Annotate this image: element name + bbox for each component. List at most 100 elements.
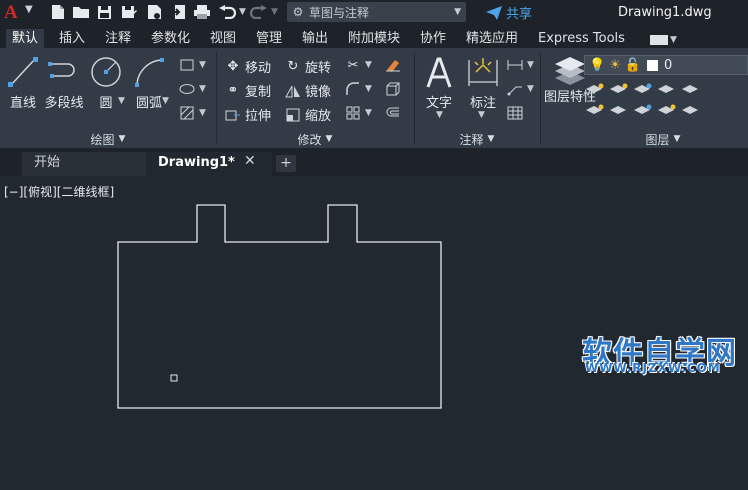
scale-tool[interactable]: 缩放 — [284, 105, 331, 124]
rectangle-tool[interactable]: ▼ — [178, 57, 206, 73]
chevron-down-icon: ▼ — [365, 108, 372, 118]
tab-start[interactable]: 开始 — [22, 152, 148, 176]
publish-web-icon[interactable] — [146, 3, 162, 21]
watermark-url: WWW.RJZXW.COM — [585, 361, 721, 375]
linear-dim-tool[interactable]: ▼ — [506, 57, 534, 73]
tab-output[interactable]: 输出 — [296, 29, 334, 48]
scale-icon — [284, 107, 302, 123]
chevron-down-icon: ▼ — [454, 7, 461, 17]
tab-annotate[interactable]: 注释 — [99, 29, 137, 48]
tab-addins[interactable]: 附加模块 — [342, 29, 406, 48]
annotation-panel-title[interactable]: 注释 ▼ — [414, 130, 540, 148]
tab-home[interactable]: 默认 — [6, 29, 45, 48]
current-layer-name: 0 — [664, 57, 673, 73]
app-menu-button[interactable]: A — [4, 2, 18, 24]
dimension-dropdown-icon[interactable]: ▼ — [478, 110, 485, 120]
mirror-tool[interactable]: 镜像 — [284, 81, 331, 100]
chevron-down-icon[interactable]: ▼ — [25, 4, 33, 15]
table-tool[interactable] — [506, 105, 527, 121]
save-icon[interactable] — [96, 3, 112, 21]
workspace-switcher[interactable]: ⚙ 草图与注释 ▼ — [287, 2, 466, 22]
chevron-down-icon: ▼ — [673, 134, 681, 144]
array-3d-tool[interactable] — [384, 81, 405, 97]
text-dropdown-icon[interactable]: ▼ — [436, 110, 443, 120]
text-tool[interactable]: 文字 — [422, 54, 456, 111]
line-icon — [8, 57, 38, 87]
chevron-down-icon: ▼ — [199, 84, 206, 94]
stretch-icon — [224, 107, 242, 123]
redo-icon[interactable] — [250, 3, 268, 21]
chevron-down-icon: ▼ — [118, 134, 126, 144]
ucs-marker — [170, 374, 178, 382]
polyline-icon — [48, 62, 75, 78]
dimension-tool[interactable]: 标注 — [466, 54, 500, 111]
line-tool[interactable]: 直线 — [6, 54, 40, 111]
text-label: 文字 — [425, 96, 452, 111]
circle-label: 圆 — [99, 96, 113, 111]
tab-featured-apps[interactable]: 精选应用 — [460, 29, 524, 48]
hatch-tool[interactable]: ▼ — [178, 105, 206, 121]
arc-dropdown-icon[interactable]: ▼ — [162, 96, 169, 106]
chevron-down-icon: ▼ — [527, 60, 534, 70]
layer-tools-grid — [586, 83, 698, 114]
chevron-down-icon[interactable]: ▼ — [670, 35, 677, 45]
ribbon-minimize-button[interactable] — [650, 35, 668, 45]
undo-icon[interactable] — [218, 3, 236, 21]
fillet-tool[interactable]: ▼ — [344, 81, 372, 97]
panel-divider — [540, 52, 541, 144]
chevron-down-icon: ▼ — [487, 134, 495, 144]
mirror-label: 镜像 — [305, 85, 332, 100]
tab-manage[interactable]: 管理 — [250, 29, 288, 48]
circle-dropdown-icon[interactable]: ▼ — [118, 96, 125, 106]
new-file-icon[interactable] — [50, 3, 66, 21]
arc-tool[interactable]: 圆弧 — [132, 54, 166, 111]
new-tab-button[interactable]: + — [276, 155, 296, 172]
tab-collaborate[interactable]: 协作 — [414, 29, 452, 48]
chevron-down-icon: ▼ — [199, 60, 206, 70]
modify-panel-title[interactable]: 修改 ▼ — [216, 130, 414, 148]
tab-parametric[interactable]: 参数化 — [145, 29, 196, 48]
save-as-icon[interactable] — [120, 3, 138, 21]
copy-tool[interactable]: ⚭ 复制 — [224, 81, 271, 100]
modify-panel-label: 修改 — [297, 132, 322, 147]
draw-panel-label: 绘图 — [90, 132, 115, 147]
arc-icon — [135, 58, 164, 87]
tab-insert[interactable]: 插入 — [53, 29, 91, 48]
dimension-label: 标注 — [469, 96, 496, 111]
title-bar: A ▼ ▼ ▼ ⚙ 草图与注释 ▼ 共享 Drawing1.dwg — [0, 0, 748, 26]
tab-express-tools[interactable]: Express Tools — [532, 29, 631, 48]
layers-panel-title[interactable]: 图层 ▼ — [578, 130, 748, 148]
import-icon[interactable] — [170, 3, 186, 21]
erase-tool[interactable] — [384, 57, 405, 73]
scale-label: 缩放 — [305, 109, 332, 124]
stretch-tool[interactable]: 拉伸 — [224, 105, 271, 124]
ribbon-tab-bar: 默认 插入 注释 参数化 视图 管理 输出 附加模块 协作 精选应用 Expre… — [0, 26, 748, 48]
offset-tool[interactable] — [384, 105, 405, 121]
circle-icon — [91, 57, 121, 87]
trim-tool[interactable]: ✂ ▼ — [344, 57, 372, 73]
chevron-down-icon: ▼ — [199, 108, 206, 118]
viewport-controls[interactable]: [−][俯视][二维线框] — [4, 183, 114, 200]
move-tool[interactable]: ✥ 移动 — [224, 57, 271, 76]
cube-icon — [384, 81, 402, 97]
leader-tool[interactable]: ▼ — [506, 81, 534, 97]
drawing-outline[interactable] — [117, 204, 442, 409]
array-tool[interactable]: ▼ — [344, 105, 372, 121]
gear-icon: ⚙ — [292, 5, 304, 19]
hatch-icon — [178, 105, 196, 121]
close-icon[interactable]: ✕ — [244, 153, 256, 169]
print-icon[interactable] — [193, 3, 211, 21]
draw-panel-title[interactable]: 绘图 ▼ — [0, 130, 216, 148]
rotate-tool[interactable]: ↻ 旋转 — [284, 57, 331, 76]
redo-dropdown-icon[interactable]: ▼ — [271, 7, 278, 17]
chevron-down-icon: ▼ — [325, 134, 333, 144]
open-folder-icon[interactable] — [72, 3, 90, 21]
tab-view[interactable]: 视图 — [204, 29, 242, 48]
layer-dropdown[interactable]: 💡 ☀ 🔓 0 — [584, 55, 748, 75]
fillet-icon — [344, 81, 362, 97]
ellipse-tool[interactable]: ▼ — [178, 81, 206, 97]
eraser-icon — [384, 57, 402, 73]
share-button[interactable]: 共享 — [486, 3, 532, 22]
polyline-tool[interactable]: 多段线 — [44, 54, 84, 111]
undo-dropdown-icon[interactable]: ▼ — [239, 7, 246, 17]
